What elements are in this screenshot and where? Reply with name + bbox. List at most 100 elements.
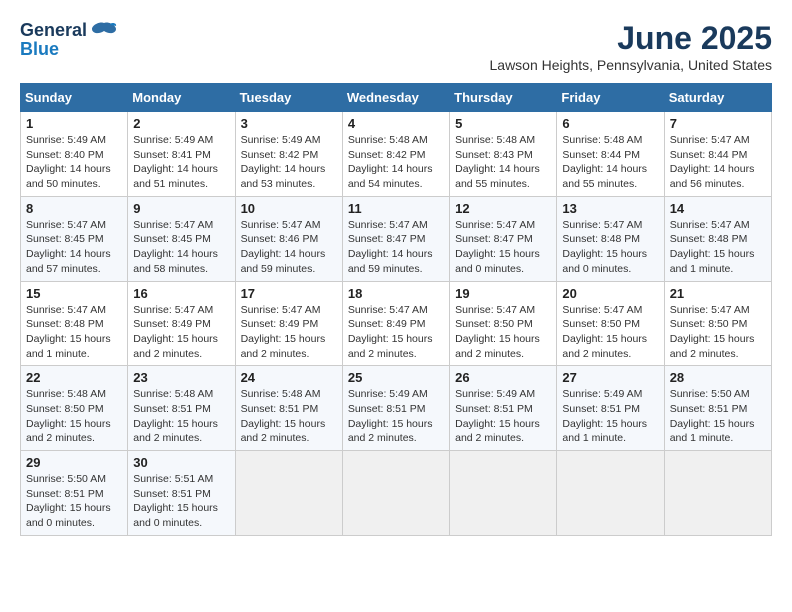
day-number: 15: [26, 286, 122, 301]
day-info: Sunrise: 5:47 AMSunset: 8:45 PMDaylight:…: [133, 218, 229, 277]
calendar-day-header: Wednesday: [342, 84, 449, 112]
calendar-cell: [664, 451, 771, 536]
calendar-cell: 24 Sunrise: 5:48 AMSunset: 8:51 PMDayligh…: [235, 366, 342, 451]
calendar-cell: 16 Sunrise: 5:47 AMSunset: 8:49 PMDayligh…: [128, 281, 235, 366]
day-number: 7: [670, 116, 766, 131]
day-number: 22: [26, 370, 122, 385]
calendar-week-row: 29Sunrise: 5:50 AMSunset: 8:51 PMDayligh…: [21, 451, 772, 536]
day-number: 30: [133, 455, 229, 470]
calendar-cell: 22 Sunrise: 5:48 AMSunset: 8:50 PMDayligh…: [21, 366, 128, 451]
calendar-day-header: Sunday: [21, 84, 128, 112]
calendar-cell: 9 Sunrise: 5:47 AMSunset: 8:45 PMDaylight…: [128, 196, 235, 281]
calendar-cell: 8 Sunrise: 5:47 AMSunset: 8:45 PMDaylight…: [21, 196, 128, 281]
day-info: Sunrise: 5:47 AMSunset: 8:50 PMDaylight:…: [455, 303, 551, 362]
calendar-cell: 28Sunrise: 5:50 AMSunset: 8:51 PMDayligh…: [664, 366, 771, 451]
title-area: June 2025 Lawson Heights, Pennsylvania, …: [490, 20, 773, 73]
day-number: 2: [133, 116, 229, 131]
day-info: Sunrise: 5:47 AMSunset: 8:50 PMDaylight:…: [562, 303, 658, 362]
calendar-cell: 13 Sunrise: 5:47 AMSunset: 8:48 PMDayligh…: [557, 196, 664, 281]
calendar-cell: 18 Sunrise: 5:47 AMSunset: 8:49 PMDayligh…: [342, 281, 449, 366]
calendar-day-header: Monday: [128, 84, 235, 112]
calendar-body: 1 Sunrise: 5:49 AMSunset: 8:40 PMDaylight…: [21, 112, 772, 536]
calendar-day-header: Friday: [557, 84, 664, 112]
day-number: 23: [133, 370, 229, 385]
day-info: Sunrise: 5:48 AMSunset: 8:51 PMDaylight:…: [133, 387, 229, 446]
day-info: Sunrise: 5:48 AMSunset: 8:50 PMDaylight:…: [26, 387, 122, 446]
day-number: 27: [562, 370, 658, 385]
day-info: Sunrise: 5:49 AMSunset: 8:42 PMDaylight:…: [241, 133, 337, 192]
day-info: Sunrise: 5:48 AMSunset: 8:51 PMDaylight:…: [241, 387, 337, 446]
calendar-table: SundayMondayTuesdayWednesdayThursdayFrid…: [20, 83, 772, 536]
calendar-cell: 19Sunrise: 5:47 AMSunset: 8:50 PMDayligh…: [450, 281, 557, 366]
day-info: Sunrise: 5:47 AMSunset: 8:48 PMDaylight:…: [670, 218, 766, 277]
calendar-cell: 25 Sunrise: 5:49 AMSunset: 8:51 PMDayligh…: [342, 366, 449, 451]
day-number: 14: [670, 201, 766, 216]
day-number: 24: [241, 370, 337, 385]
calendar-day-header: Thursday: [450, 84, 557, 112]
day-number: 9: [133, 201, 229, 216]
calendar-week-row: 15 Sunrise: 5:47 AMSunset: 8:48 PMDayligh…: [21, 281, 772, 366]
day-number: 21: [670, 286, 766, 301]
calendar-cell: 1 Sunrise: 5:49 AMSunset: 8:40 PMDaylight…: [21, 112, 128, 197]
calendar-cell: 6Sunrise: 5:48 AMSunset: 8:44 PMDaylight…: [557, 112, 664, 197]
calendar-cell: 5Sunrise: 5:48 AMSunset: 8:43 PMDaylight…: [450, 112, 557, 197]
day-info: Sunrise: 5:47 AMSunset: 8:49 PMDaylight:…: [348, 303, 444, 362]
calendar-cell: 20 Sunrise: 5:47 AMSunset: 8:50 PMDayligh…: [557, 281, 664, 366]
day-number: 8: [26, 201, 122, 216]
calendar-cell: 29Sunrise: 5:50 AMSunset: 8:51 PMDayligh…: [21, 451, 128, 536]
day-number: 12: [455, 201, 551, 216]
calendar-cell: [557, 451, 664, 536]
day-info: Sunrise: 5:47 AMSunset: 8:48 PMDaylight:…: [562, 218, 658, 277]
calendar-day-header: Saturday: [664, 84, 771, 112]
day-info: Sunrise: 5:51 AMSunset: 8:51 PMDaylight:…: [133, 472, 229, 531]
day-info: Sunrise: 5:47 AMSunset: 8:44 PMDaylight:…: [670, 133, 766, 192]
day-info: Sunrise: 5:47 AMSunset: 8:45 PMDaylight:…: [26, 218, 122, 277]
calendar-cell: 23 Sunrise: 5:48 AMSunset: 8:51 PMDayligh…: [128, 366, 235, 451]
day-number: 5: [455, 116, 551, 131]
day-info: Sunrise: 5:49 AMSunset: 8:41 PMDaylight:…: [133, 133, 229, 192]
day-number: 11: [348, 201, 444, 216]
page-subtitle: Lawson Heights, Pennsylvania, United Sta…: [490, 57, 773, 73]
calendar-cell: 30 Sunrise: 5:51 AMSunset: 8:51 PMDayligh…: [128, 451, 235, 536]
calendar-cell: 10 Sunrise: 5:47 AMSunset: 8:46 PMDayligh…: [235, 196, 342, 281]
day-number: 16: [133, 286, 229, 301]
day-number: 1: [26, 116, 122, 131]
calendar-week-row: 22 Sunrise: 5:48 AMSunset: 8:50 PMDayligh…: [21, 366, 772, 451]
day-number: 18: [348, 286, 444, 301]
logo-general: General: [20, 20, 87, 41]
day-info: Sunrise: 5:49 AMSunset: 8:51 PMDaylight:…: [348, 387, 444, 446]
day-number: 13: [562, 201, 658, 216]
day-info: Sunrise: 5:50 AMSunset: 8:51 PMDaylight:…: [670, 387, 766, 446]
day-info: Sunrise: 5:47 AMSunset: 8:48 PMDaylight:…: [26, 303, 122, 362]
logo-blue: Blue: [20, 39, 59, 60]
day-number: 29: [26, 455, 122, 470]
day-info: Sunrise: 5:48 AMSunset: 8:44 PMDaylight:…: [562, 133, 658, 192]
day-info: Sunrise: 5:47 AMSunset: 8:49 PMDaylight:…: [133, 303, 229, 362]
calendar-cell: [342, 451, 449, 536]
day-info: Sunrise: 5:49 AMSunset: 8:51 PMDaylight:…: [562, 387, 658, 446]
day-number: 25: [348, 370, 444, 385]
day-number: 10: [241, 201, 337, 216]
calendar-cell: 17 Sunrise: 5:47 AMSunset: 8:49 PMDayligh…: [235, 281, 342, 366]
calendar-week-row: 1 Sunrise: 5:49 AMSunset: 8:40 PMDaylight…: [21, 112, 772, 197]
calendar-cell: [235, 451, 342, 536]
calendar-cell: 14 Sunrise: 5:47 AMSunset: 8:48 PMDayligh…: [664, 196, 771, 281]
calendar-cell: 27 Sunrise: 5:49 AMSunset: 8:51 PMDayligh…: [557, 366, 664, 451]
day-info: Sunrise: 5:47 AMSunset: 8:46 PMDaylight:…: [241, 218, 337, 277]
calendar-week-row: 8 Sunrise: 5:47 AMSunset: 8:45 PMDaylight…: [21, 196, 772, 281]
day-number: 20: [562, 286, 658, 301]
day-info: Sunrise: 5:47 AMSunset: 8:47 PMDaylight:…: [348, 218, 444, 277]
day-info: Sunrise: 5:48 AMSunset: 8:42 PMDaylight:…: [348, 133, 444, 192]
calendar-cell: 26Sunrise: 5:49 AMSunset: 8:51 PMDayligh…: [450, 366, 557, 451]
calendar-day-header: Tuesday: [235, 84, 342, 112]
calendar-header-row: SundayMondayTuesdayWednesdayThursdayFrid…: [21, 84, 772, 112]
calendar-cell: 7 Sunrise: 5:47 AMSunset: 8:44 PMDaylight…: [664, 112, 771, 197]
day-number: 17: [241, 286, 337, 301]
day-info: Sunrise: 5:47 AMSunset: 8:50 PMDaylight:…: [670, 303, 766, 362]
day-info: Sunrise: 5:47 AMSunset: 8:49 PMDaylight:…: [241, 303, 337, 362]
calendar-cell: 4 Sunrise: 5:48 AMSunset: 8:42 PMDaylight…: [342, 112, 449, 197]
day-info: Sunrise: 5:49 AMSunset: 8:40 PMDaylight:…: [26, 133, 122, 192]
calendar-cell: 12Sunrise: 5:47 AMSunset: 8:47 PMDayligh…: [450, 196, 557, 281]
day-number: 26: [455, 370, 551, 385]
day-number: 4: [348, 116, 444, 131]
